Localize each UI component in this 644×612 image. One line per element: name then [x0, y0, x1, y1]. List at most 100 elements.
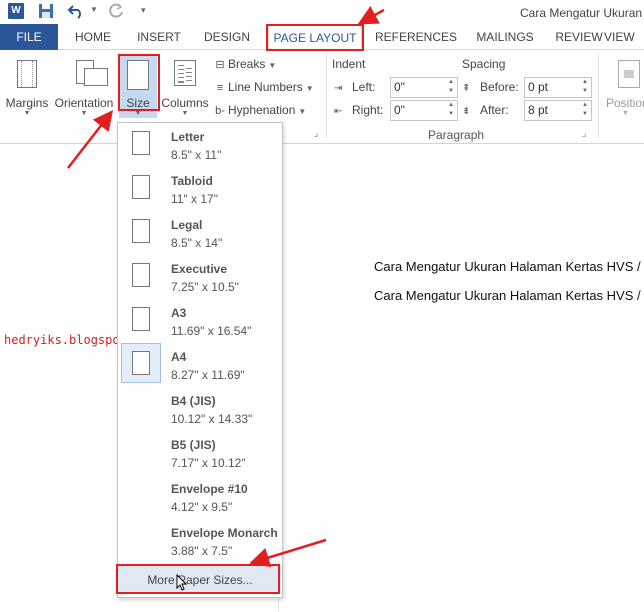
margins-button[interactable]: Margins ▼: [4, 54, 50, 118]
size-dimensions: 4.12" x 9.5": [171, 500, 233, 514]
save-icon[interactable]: [38, 3, 54, 22]
chevron-down-icon: ▼: [268, 61, 277, 70]
chevron-down-icon: ▼: [622, 110, 629, 117]
mouse-cursor-icon: [176, 573, 188, 595]
group-divider: [326, 54, 327, 138]
size-dropdown-menu: Letter 8.5" x 11" Tabloid 11" x 17" Lega…: [117, 122, 283, 598]
size-dimensions: 7.17" x 10.12": [171, 456, 246, 470]
page-icon: [132, 219, 150, 243]
size-dimensions: 11" x 17": [171, 192, 218, 206]
page-icon: [132, 351, 150, 375]
indent-left-label: ⇥ Left:: [334, 80, 376, 94]
page-icon: [132, 307, 150, 331]
paragraph-group-label: Paragraph: [428, 128, 485, 142]
title-bar: W ▼ ▾ Cara Mengatur Ukuran H: [0, 0, 644, 24]
size-option-b5-jis[interactable]: B5 (JIS) 7.17" x 10.12": [118, 431, 282, 475]
size-name: Envelope Monarch: [171, 526, 278, 540]
spinner-icon[interactable]: ▲ ▼: [445, 78, 457, 97]
tab-mailings[interactable]: MAILINGS: [470, 24, 540, 50]
more-paper-sizes-button[interactable]: More Paper Sizes...: [118, 566, 282, 594]
indent-right-label: ⇤ Right:: [334, 103, 384, 117]
position-icon: [618, 60, 640, 88]
size-dimensions: 8.27" x 11.69": [171, 368, 245, 382]
tab-design[interactable]: DESIGN: [198, 24, 256, 50]
ribbon-page-layout: Margins ▼ Orientation ▼ Size ▼ Columns ▼…: [0, 50, 644, 144]
space-after-icon: ⇟: [462, 106, 471, 117]
size-button[interactable]: Size ▼: [119, 54, 157, 118]
paragraph-launcher-icon[interactable]: ⌟: [582, 128, 586, 139]
undo-icon[interactable]: [67, 3, 85, 22]
size-option-a4[interactable]: A4 8.27" x 11.69": [118, 343, 282, 387]
page-setup-launcher-icon[interactable]: ⌟: [314, 128, 318, 139]
size-dimensions: 8.5" x 11": [171, 148, 222, 162]
margins-label: Margins: [5, 96, 49, 110]
tab-review[interactable]: REVIEW: [552, 24, 606, 50]
chevron-down-icon: ▼: [181, 110, 189, 117]
spinner-icon[interactable]: ▲ ▼: [445, 101, 457, 120]
tab-file[interactable]: FILE: [0, 24, 58, 50]
redo-icon[interactable]: [108, 3, 124, 22]
customize-quick-access-icon[interactable]: ▾: [141, 5, 146, 16]
space-before-field[interactable]: 0 pt ▲ ▼: [524, 77, 592, 98]
breaks-label: Breaks: [228, 57, 266, 71]
tab-view[interactable]: VIEW: [604, 24, 644, 50]
space-after-field[interactable]: 8 pt ▲ ▼: [524, 100, 592, 121]
tab-references[interactable]: REFERENCES: [372, 24, 460, 50]
hyphenation-icon: b‐: [215, 105, 225, 117]
size-dimensions: 8.5" x 14": [171, 236, 223, 250]
hyphenation-label: Hyphenation: [228, 103, 296, 117]
spacing-title: Spacing: [462, 57, 506, 71]
size-option-executive[interactable]: Executive 7.25" x 10.5": [118, 255, 282, 299]
line-numbers-label: Line Numbers: [228, 80, 303, 94]
size-option-envelope-10[interactable]: Envelope #10 4.12" x 9.5": [118, 475, 282, 519]
tab-insert[interactable]: INSERT: [130, 24, 188, 50]
orientation-label: Orientation: [54, 96, 114, 110]
size-name: A3: [171, 306, 187, 320]
page-icon: [132, 131, 150, 155]
spinner-icon[interactable]: ▲ ▼: [579, 78, 591, 97]
breaks-icon: ⊟: [215, 59, 225, 71]
size-name: Envelope #10: [171, 482, 248, 496]
indent-left-field[interactable]: 0" ▲ ▼: [390, 77, 458, 98]
document-line[interactable]: Cara Mengatur Ukuran Halaman Kertas HVS …: [374, 288, 644, 303]
size-dimensions: 11.69" x 16.54": [171, 324, 252, 338]
space-after-label: ⇟ After:: [462, 103, 509, 117]
tab-home[interactable]: HOME: [62, 24, 124, 50]
window-title: Cara Mengatur Ukuran H: [520, 6, 644, 20]
document-canvas[interactable]: [0, 145, 644, 612]
size-option-a3[interactable]: A3 11.69" x 16.54": [118, 299, 282, 343]
size-name: B5 (JIS): [171, 438, 216, 452]
breaks-button[interactable]: ⊟ Breaks ▼: [212, 54, 276, 74]
group-divider: [598, 54, 599, 138]
size-option-b4-jis[interactable]: B4 (JIS) 10.12" x 14.33": [118, 387, 282, 431]
size-dimensions: 7.25" x 10.5": [171, 280, 239, 294]
margins-icon: [17, 60, 37, 88]
columns-button[interactable]: Columns ▼: [160, 54, 210, 118]
word-icon[interactable]: W: [8, 3, 24, 19]
undo-dropdown-icon[interactable]: ▼: [90, 5, 98, 14]
indent-title: Indent: [332, 57, 366, 71]
size-label: Size: [126, 96, 150, 110]
position-button[interactable]: Position ▼: [604, 54, 644, 118]
size-name: Tabloid: [171, 174, 213, 188]
page-icon: [132, 263, 150, 287]
line-numbers-icon: ≡: [216, 82, 224, 94]
size-option-letter[interactable]: Letter 8.5" x 11": [118, 123, 282, 167]
size-option-legal[interactable]: Legal 8.5" x 14": [118, 211, 282, 255]
chevron-down-icon: ▼: [80, 110, 88, 117]
line-numbers-button[interactable]: ≡ Line Numbers ▼: [212, 77, 314, 97]
spinner-icon[interactable]: ▲ ▼: [579, 101, 591, 120]
tab-page-layout[interactable]: PAGE LAYOUT: [268, 24, 362, 51]
size-option-tabloid[interactable]: Tabloid 11" x 17": [118, 167, 282, 211]
orientation-button[interactable]: Orientation ▼: [52, 54, 116, 118]
chevron-down-icon: ▼: [305, 84, 314, 93]
columns-icon: [174, 60, 196, 86]
size-option-envelope-monarch[interactable]: Envelope Monarch 3.88" x 7.5": [118, 519, 282, 563]
size-name: A4: [171, 350, 187, 364]
columns-label: Columns: [161, 96, 209, 110]
indent-left-icon: ⇥: [334, 83, 343, 94]
document-line[interactable]: Cara Mengatur Ukuran Halaman Kertas HVS …: [374, 259, 644, 274]
indent-right-field[interactable]: 0" ▲ ▼: [390, 100, 458, 121]
hyphenation-button[interactable]: b‐ Hyphenation ▼: [212, 100, 306, 120]
size-name: Letter: [171, 130, 205, 144]
